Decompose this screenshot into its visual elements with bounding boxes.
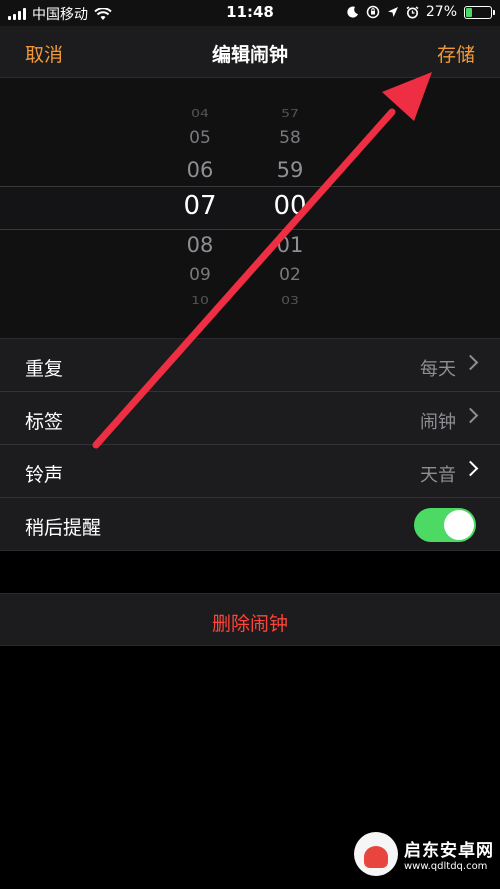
location-icon xyxy=(387,7,398,17)
minute-option[interactable]: 01 xyxy=(250,233,330,257)
snooze-row: 稍后提醒 xyxy=(0,498,500,551)
chevron-right-icon xyxy=(462,354,479,371)
hour-option[interactable]: 06 xyxy=(160,158,240,182)
minute-option[interactable]: 57 xyxy=(250,108,330,120)
moon-icon xyxy=(347,6,358,18)
hour-wheel[interactable]: 04 05 06 07 08 09 10 xyxy=(160,78,240,338)
sound-value: 天音 xyxy=(420,465,456,486)
watermark-logo-icon xyxy=(354,832,398,876)
hour-option[interactable]: 05 xyxy=(160,128,240,148)
rotation-lock-icon xyxy=(366,5,380,19)
page-title: 编辑闹钟 xyxy=(211,44,288,66)
snooze-label: 稍后提醒 xyxy=(25,517,102,539)
delete-alarm-button[interactable]: 删除闹钟 xyxy=(0,593,500,646)
battery-level xyxy=(466,7,472,17)
chevron-right-icon xyxy=(462,407,479,424)
watermark-title: 启东安卓网 xyxy=(404,841,494,861)
sound-label: 铃声 xyxy=(25,464,64,486)
status-bar: 中国移动 11:48 27% xyxy=(0,0,500,26)
minute-option[interactable]: 59 xyxy=(250,158,330,182)
repeat-row[interactable]: 重复 每天 xyxy=(0,339,500,392)
save-button[interactable]: 存储 xyxy=(437,40,475,67)
watermark-url: www.qdltdq.com xyxy=(404,861,488,872)
nav-bar: 取消 编辑闹钟 存储 xyxy=(0,26,500,78)
time-picker[interactable]: 04 05 06 07 08 09 10 57 58 59 00 01 02 03 xyxy=(0,78,500,338)
label-row[interactable]: 标签 闹钟 xyxy=(0,392,500,445)
hour-option[interactable]: 08 xyxy=(160,233,240,257)
chevron-right-icon xyxy=(462,460,479,477)
alarm-settings-list: 重复 每天 标签 闹钟 铃声 天音 稍后提醒 xyxy=(0,338,500,551)
hour-option[interactable]: 04 xyxy=(160,108,240,120)
hour-option[interactable]: 07 xyxy=(160,191,240,221)
sound-row[interactable]: 铃声 天音 xyxy=(0,445,500,498)
label-label: 标签 xyxy=(25,411,64,433)
repeat-label: 重复 xyxy=(25,358,64,380)
snooze-toggle[interactable] xyxy=(414,508,476,542)
battery-icon xyxy=(464,5,495,19)
minute-option[interactable]: 02 xyxy=(250,265,330,285)
watermark: 启东安卓网 www.qdltdq.com xyxy=(354,825,494,883)
hour-option[interactable]: 09 xyxy=(160,265,240,285)
hour-option[interactable]: 10 xyxy=(160,295,240,307)
toggle-knob xyxy=(444,510,474,540)
minute-option[interactable]: 00 xyxy=(250,191,330,221)
battery-percent: 27% xyxy=(425,4,457,20)
repeat-value: 每天 xyxy=(420,359,456,380)
minute-option[interactable]: 58 xyxy=(250,128,330,148)
label-value: 闹钟 xyxy=(420,412,456,433)
delete-alarm-label: 删除闹钟 xyxy=(211,613,288,635)
alarm-icon xyxy=(406,5,419,18)
minute-option[interactable]: 03 xyxy=(250,295,330,307)
status-right: 27% xyxy=(347,4,495,20)
minute-wheel[interactable]: 57 58 59 00 01 02 03 xyxy=(250,78,330,338)
